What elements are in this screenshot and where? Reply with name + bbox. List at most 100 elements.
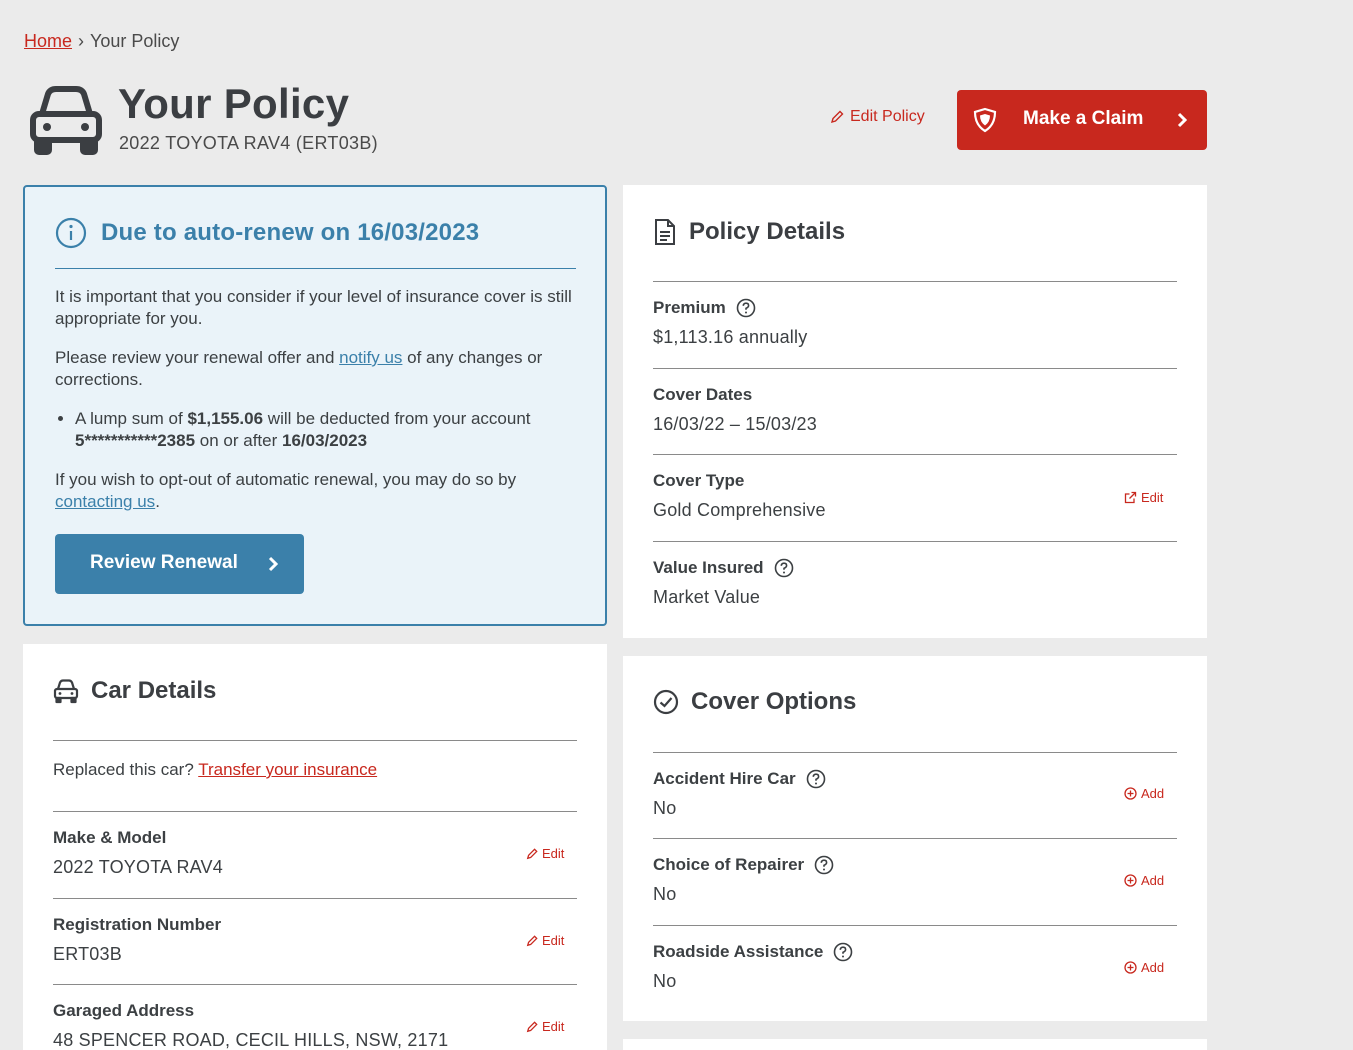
add-accident-hire-car-link[interactable]: Add <box>1124 786 1164 801</box>
deduction-date: 16/03/2023 <box>281 430 368 450</box>
add-choice-of-repairer-link[interactable]: Add <box>1124 873 1164 888</box>
add-roadside-assistance-link[interactable]: Add <box>1124 960 1164 975</box>
renewal-text: Please review your renewal offer and <box>55 348 340 367</box>
cover-type-label-text: Cover Type <box>653 471 745 490</box>
add-label: Add <box>1141 960 1165 975</box>
cover-options-header: Cover Options <box>653 688 856 716</box>
help-icon[interactable] <box>814 855 834 875</box>
edit-garaged-address-link[interactable]: Edit <box>526 1019 564 1034</box>
breadcrumb-separator: › <box>78 31 85 51</box>
deduction-amount: $1,155.06 <box>187 409 264 428</box>
garaged-address-label-text: Garaged Address <box>53 1001 195 1020</box>
make-model-value: 2022 TOYOTA RAV4 <box>53 857 223 877</box>
renewal-bullets: A lump sum of $1,155.06 will be deducted… <box>75 408 580 451</box>
accident-hire-car-label: Accident Hire Car <box>653 769 826 789</box>
plus-circle-icon <box>1124 787 1137 800</box>
make-model-label: Make & Model <box>53 828 166 848</box>
help-icon[interactable] <box>833 942 853 962</box>
breadcrumb-home-link[interactable]: Home <box>24 31 72 51</box>
registration-label-text: Registration Number <box>53 915 222 934</box>
accident-hire-car-label-text: Accident Hire Car <box>653 769 796 788</box>
shield-icon <box>973 107 997 133</box>
cover-options-title: Cover Options <box>691 688 857 715</box>
pencil-icon <box>526 847 538 859</box>
renewal-header: Due to auto-renew on 16/03/2023 <box>55 217 479 249</box>
car-icon <box>53 679 79 704</box>
renewal-text: . <box>155 491 160 511</box>
pencil-icon <box>526 1020 538 1032</box>
edit-label: Edit <box>542 1019 565 1034</box>
roadside-assistance-value: No <box>653 971 677 991</box>
cover-type-value: Gold Comprehensive <box>653 500 826 520</box>
choice-of-repairer-label-text: Choice of Repairer <box>653 855 805 874</box>
divider <box>53 811 577 812</box>
renewal-paragraph-3: If you wish to opt-out of automatic rene… <box>55 469 580 512</box>
edit-policy-link[interactable]: Edit Policy <box>830 108 925 126</box>
edit-registration-link[interactable]: Edit <box>526 933 564 948</box>
premium-value: $1,113.16 annually <box>653 327 808 347</box>
renewal-paragraph-2: Please review your renewal offer and not… <box>55 347 580 390</box>
plus-circle-icon <box>1124 961 1137 974</box>
edit-cover-type-link[interactable]: Edit <box>1124 490 1163 505</box>
transfer-insurance-link[interactable]: Transfer your insurance <box>198 760 377 779</box>
plus-circle-icon <box>1124 874 1137 887</box>
roadside-assistance-label: Roadside Assistance <box>653 942 853 962</box>
renewal-text: on or after <box>195 430 282 450</box>
registration-value: ERT03B <box>53 944 122 964</box>
notify-us-link[interactable]: notify us <box>339 348 402 367</box>
divider <box>53 984 577 985</box>
renewal-text: will be deducted from your account <box>263 409 531 428</box>
divider <box>653 281 1177 282</box>
contacting-us-link[interactable]: contacting us <box>55 492 155 511</box>
cover-options-card: Cover Options Accident Hire Car No Add C… <box>623 656 1207 1021</box>
car-details-title: Car Details <box>91 677 217 704</box>
value-insured-value: Market Value <box>653 587 761 607</box>
car-details-header: Car Details <box>53 677 216 705</box>
accident-hire-car-value: No <box>653 798 677 818</box>
edit-label: Edit <box>542 846 565 861</box>
add-label: Add <box>1141 873 1165 888</box>
replaced-car-text: Replaced this car? Transfer your insuran… <box>53 760 377 780</box>
breadcrumb-current: Your Policy <box>90 31 180 51</box>
document-icon <box>655 219 675 245</box>
pencil-icon <box>526 934 538 946</box>
account-number: 5***********2385 <box>75 430 196 450</box>
review-renewal-button[interactable]: Review Renewal <box>55 534 304 594</box>
edit-make-model-link[interactable]: Edit <box>526 846 564 861</box>
page-title: Your Policy <box>118 80 350 127</box>
list-item: A lump sum of $1,155.06 will be deducted… <box>75 408 580 451</box>
help-icon[interactable] <box>774 558 794 578</box>
value-insured-label: Value Insured <box>653 558 794 578</box>
car-icon <box>30 86 102 155</box>
choice-of-repairer-label: Choice of Repairer <box>653 855 834 875</box>
chevron-right-icon <box>1177 112 1187 128</box>
help-icon[interactable] <box>806 769 826 789</box>
next-card <box>623 1039 1207 1050</box>
divider <box>55 268 576 269</box>
divider <box>53 898 577 899</box>
divider <box>653 454 1177 455</box>
premium-label-text: Premium <box>653 298 726 317</box>
help-icon[interactable] <box>736 298 756 318</box>
registration-label: Registration Number <box>53 915 221 935</box>
pencil-icon <box>830 110 844 124</box>
divider <box>653 752 1177 753</box>
policy-details-header: Policy Details <box>653 218 845 246</box>
roadside-assistance-label-text: Roadside Assistance <box>653 942 824 961</box>
divider <box>653 368 1177 369</box>
add-label: Add <box>1141 786 1165 801</box>
garaged-address-value: 48 SPENCER ROAD, CECIL HILLS, NSW, 2171 <box>53 1030 449 1050</box>
edit-label: Edit <box>542 933 565 948</box>
breadcrumb: Home › Your Policy <box>24 31 179 52</box>
renewal-title: Due to auto-renew on 16/03/2023 <box>101 219 480 246</box>
external-link-icon <box>1124 491 1137 504</box>
divider <box>653 541 1177 542</box>
choice-of-repairer-value: No <box>653 884 677 904</box>
car-details-card: Car Details Replaced this car? Transfer … <box>23 644 607 1050</box>
make-a-claim-button[interactable]: Make a Claim <box>957 90 1207 150</box>
garaged-address-label: Garaged Address <box>53 1001 194 1021</box>
divider <box>653 925 1177 926</box>
divider <box>53 740 577 741</box>
renewal-text: A lump sum of <box>75 409 188 428</box>
replaced-car-label: Replaced this car? <box>53 760 199 779</box>
